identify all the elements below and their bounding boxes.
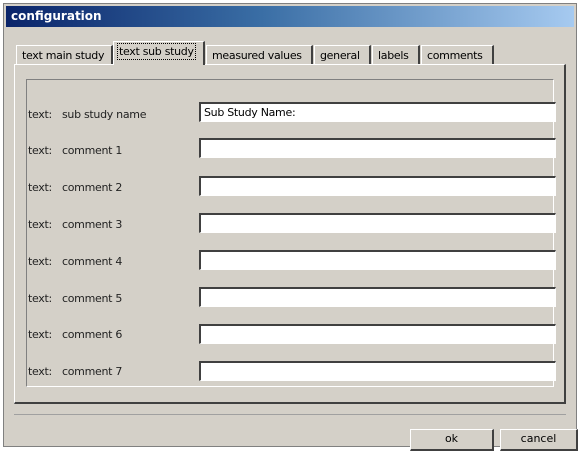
label-text: comment 6 (62, 328, 123, 341)
comment-2-input[interactable] (199, 176, 556, 196)
label-prefix: text: (28, 108, 52, 121)
comment-7-input[interactable] (199, 361, 556, 381)
tab-general[interactable]: general (314, 45, 371, 64)
label-prefix: text: (28, 181, 52, 194)
configuration-window: configuration text main study text sub s… (3, 3, 578, 451)
ok-button[interactable]: ok (410, 429, 494, 451)
label-prefix: text: (28, 328, 52, 341)
label-prefix: text: (28, 218, 52, 231)
tab-labels[interactable]: labels (372, 45, 420, 64)
comment-5-input[interactable] (199, 287, 556, 307)
label-text: comment 4 (62, 255, 123, 268)
label-text: comment 1 (62, 144, 123, 157)
tab-label: text sub study (117, 43, 196, 60)
label-text: comment 7 (62, 365, 123, 378)
tab-measured-values[interactable]: measured values (206, 45, 313, 64)
label-comment-7: text: comment 7 (28, 365, 122, 378)
ok-label: ok (444, 432, 459, 445)
tab-text-sub-study[interactable]: text sub study (113, 41, 205, 65)
label-text: comment 2 (62, 181, 123, 194)
cancel-label: cancel (520, 432, 557, 445)
tab-label: general (320, 49, 360, 62)
comment-6-input[interactable] (199, 324, 556, 344)
label-prefix: text: (28, 365, 52, 378)
tab-text-main-study[interactable]: text main study (16, 45, 113, 64)
label-text: sub study name (62, 108, 147, 121)
label-text: comment 5 (62, 292, 123, 305)
label-sub-study-name: text: sub study name (28, 108, 146, 121)
label-comment-5: text: comment 5 (28, 292, 122, 305)
tab-label: text main study (22, 49, 105, 62)
label-comment-6: text: comment 6 (28, 328, 122, 341)
comment-1-input[interactable] (199, 138, 556, 158)
separator (14, 414, 566, 415)
label-comment-3: text: comment 3 (28, 218, 122, 231)
comment-4-input[interactable] (199, 250, 556, 270)
label-comment-4: text: comment 4 (28, 255, 122, 268)
tab-label: labels (378, 49, 409, 62)
title-bar[interactable]: configuration (6, 6, 574, 27)
label-prefix: text: (28, 144, 52, 157)
label-prefix: text: (28, 292, 52, 305)
label-prefix: text: (28, 255, 52, 268)
window-title: configuration (11, 9, 102, 23)
cancel-button[interactable]: cancel (500, 429, 578, 451)
sub-study-name-input[interactable] (199, 102, 556, 122)
comment-3-input[interactable] (199, 213, 556, 233)
tab-label: measured values (212, 49, 302, 62)
label-comment-2: text: comment 2 (28, 181, 122, 194)
label-comment-1: text: comment 1 (28, 144, 122, 157)
label-text: comment 3 (62, 218, 123, 231)
tab-comments[interactable]: comments (421, 45, 494, 64)
tab-label: comments (427, 49, 483, 62)
